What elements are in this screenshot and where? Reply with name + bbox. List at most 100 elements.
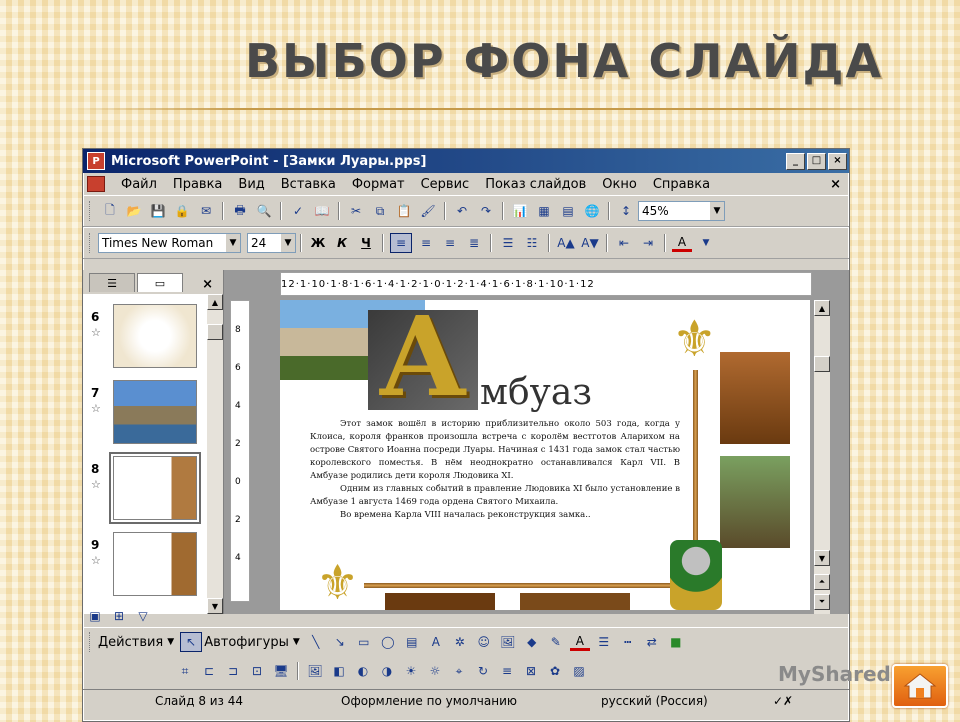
permission-icon[interactable]: 🔒 <box>172 202 192 220</box>
tables-borders-icon[interactable]: ▤ <box>558 202 578 220</box>
chevron-down-icon[interactable]: ▼ <box>226 234 240 252</box>
toolbar-grip[interactable] <box>89 201 93 221</box>
tab-outline[interactable]: ☰ <box>89 273 135 292</box>
chevron-down-icon[interactable]: ▼ <box>167 637 174 647</box>
less-contrast-icon[interactable]: ◑ <box>377 662 397 680</box>
crop-icon[interactable]: ⌗ <box>175 662 195 680</box>
vertical-ruler[interactable]: 8 6 4 2 0 2 4 <box>230 300 250 602</box>
rotate-icon[interactable]: ↻ <box>473 662 493 680</box>
tab-slides[interactable]: ▭ <box>137 273 183 292</box>
thumbnail-slide-8[interactable]: 8 ☆ <box>89 452 205 524</box>
menu-file[interactable]: Файл <box>113 177 165 192</box>
scroll-up-icon[interactable]: ▲ <box>207 294 223 310</box>
actions-menu[interactable]: Действия <box>98 635 163 650</box>
bullets-icon[interactable]: ☷ <box>522 234 542 252</box>
textbox-icon[interactable]: ▤ <box>402 633 422 651</box>
justify-icon[interactable]: ≣ <box>464 234 484 252</box>
menu-help[interactable]: Справка <box>645 177 718 192</box>
numbering-icon[interactable]: ☰ <box>498 234 518 252</box>
rectangle-icon[interactable]: ▭ <box>354 633 374 651</box>
home-button[interactable] <box>892 664 948 708</box>
align-center-icon[interactable]: ≡ <box>416 234 436 252</box>
bold-button[interactable]: Ж <box>308 234 328 252</box>
color-icon[interactable]: ◧ <box>329 662 349 680</box>
align-icon[interactable]: ⊏ <box>199 662 219 680</box>
copy-icon[interactable]: ⧉ <box>370 202 390 220</box>
font-select[interactable]: Times New Roman ▼ <box>98 233 241 253</box>
font-color-icon[interactable]: A <box>672 235 692 252</box>
decrease-font-icon[interactable]: A▼ <box>580 234 600 252</box>
picture-icon[interactable]: 🖼 <box>498 633 518 651</box>
spelling-status-icon[interactable]: ✓✗ <box>773 694 793 708</box>
slide-sorter-icon[interactable]: ⊞ <box>109 607 129 625</box>
expand-all-icon[interactable]: ↕ <box>616 202 636 220</box>
slideshow-icon[interactable]: ▽ <box>133 607 153 625</box>
open-icon[interactable]: 📂 <box>124 202 144 220</box>
scroll-up-icon[interactable]: ▲ <box>814 300 830 316</box>
wordart-icon[interactable]: A <box>426 633 446 651</box>
horizontal-ruler[interactable]: 12·1·10·1·8·1·6·1·4·1·2·1·0·1·2·1·4·1·6·… <box>280 272 812 296</box>
group-icon[interactable]: ⊡ <box>247 662 267 680</box>
normal-view-icon[interactable]: ▣ <box>85 607 105 625</box>
shadow-icon[interactable]: ■ <box>666 633 686 651</box>
redo-icon[interactable]: ↷ <box>476 202 496 220</box>
print-preview-icon[interactable]: 🔍 <box>254 202 274 220</box>
increase-indent-icon[interactable]: ⇥ <box>638 234 658 252</box>
minimize-button[interactable]: _ <box>786 152 805 170</box>
email-icon[interactable]: ✉ <box>196 202 216 220</box>
menu-edit[interactable]: Правка <box>165 177 230 192</box>
increase-font-icon[interactable]: A▲ <box>556 234 576 252</box>
align-right-icon[interactable]: ≡ <box>440 234 460 252</box>
scroll-thumb[interactable] <box>207 324 223 340</box>
font-size-select[interactable]: 24 ▼ <box>247 233 296 253</box>
insert-table-icon[interactable]: ▦ <box>534 202 554 220</box>
thumbnail-slide-6[interactable]: 6 ☆ <box>89 302 205 370</box>
insert-picture-icon[interactable]: 🖼 <box>305 662 325 680</box>
recolor-icon[interactable]: ✿ <box>545 662 565 680</box>
menu-window[interactable]: Окно <box>594 177 645 192</box>
window-titlebar[interactable]: P Microsoft PowerPoint - [Замки Луары.pp… <box>83 149 849 173</box>
arrow-icon[interactable]: ↘ <box>330 633 350 651</box>
dash-style-icon[interactable]: ┅ <box>618 633 638 651</box>
format-picture-icon[interactable]: ▨ <box>569 662 589 680</box>
select-pointer-icon[interactable]: ↖ <box>180 632 203 652</box>
line-style-icon[interactable]: ≡ <box>497 662 517 680</box>
insert-chart-icon[interactable]: 📊 <box>510 202 530 220</box>
chevron-down-icon[interactable]: ▼ <box>281 234 295 252</box>
pane-close-button[interactable]: × <box>202 277 213 292</box>
undo-icon[interactable]: ↶ <box>452 202 472 220</box>
scroll-thumb[interactable] <box>814 356 830 372</box>
chevron-down-icon[interactable]: ▼ <box>293 637 300 647</box>
thumbnail-slide-7[interactable]: 7 ☆ <box>89 378 205 446</box>
chevron-down-icon[interactable]: ▼ <box>710 202 724 220</box>
cut-icon[interactable]: ✂ <box>346 202 366 220</box>
oval-icon[interactable]: ◯ <box>378 633 398 651</box>
autoshapes-menu[interactable]: Автофигуры <box>204 635 289 650</box>
scroll-down-icon[interactable]: ▼ <box>814 550 830 566</box>
line-color-icon[interactable]: ✎ <box>546 633 566 651</box>
hyperlink-icon[interactable]: 🌐 <box>582 202 602 220</box>
clipart-icon[interactable]: ☺ <box>474 633 494 651</box>
close-button[interactable]: × <box>828 152 847 170</box>
previous-slide-icon[interactable]: ⏶ <box>814 574 830 590</box>
distribute-icon[interactable]: ⊐ <box>223 662 243 680</box>
research-icon[interactable]: 📖 <box>312 202 332 220</box>
less-brightness-icon[interactable]: ☼ <box>425 662 445 680</box>
slide-canvas[interactable]: А мбуаз ⚜ Этот замок вошёл в историю при… <box>280 300 810 610</box>
format-painter-icon[interactable]: 🖌 <box>418 202 438 220</box>
compress-icon[interactable]: ⊠ <box>521 662 541 680</box>
thumbnail-scrollbar[interactable]: ▲ ▼ <box>207 294 223 614</box>
menu-insert[interactable]: Вставка <box>273 177 344 192</box>
save-icon[interactable]: 💾 <box>148 202 168 220</box>
more-brightness-icon[interactable]: ☀ <box>401 662 421 680</box>
toolbar-grip[interactable] <box>89 233 93 253</box>
menu-tools[interactable]: Сервис <box>413 177 478 192</box>
arrow-style-icon[interactable]: ⇄ <box>642 633 662 651</box>
spelling-icon[interactable]: ✓ <box>288 202 308 220</box>
chevron-down-icon[interactable]: ▼ <box>696 234 716 252</box>
maximize-button[interactable]: □ <box>807 152 826 170</box>
decrease-indent-icon[interactable]: ⇤ <box>614 234 634 252</box>
editor-scrollbar[interactable]: ▲ ▼ ⏶ ⏷ <box>814 300 830 614</box>
more-contrast-icon[interactable]: ◐ <box>353 662 373 680</box>
menu-slideshow[interactable]: Показ слайдов <box>477 177 594 192</box>
